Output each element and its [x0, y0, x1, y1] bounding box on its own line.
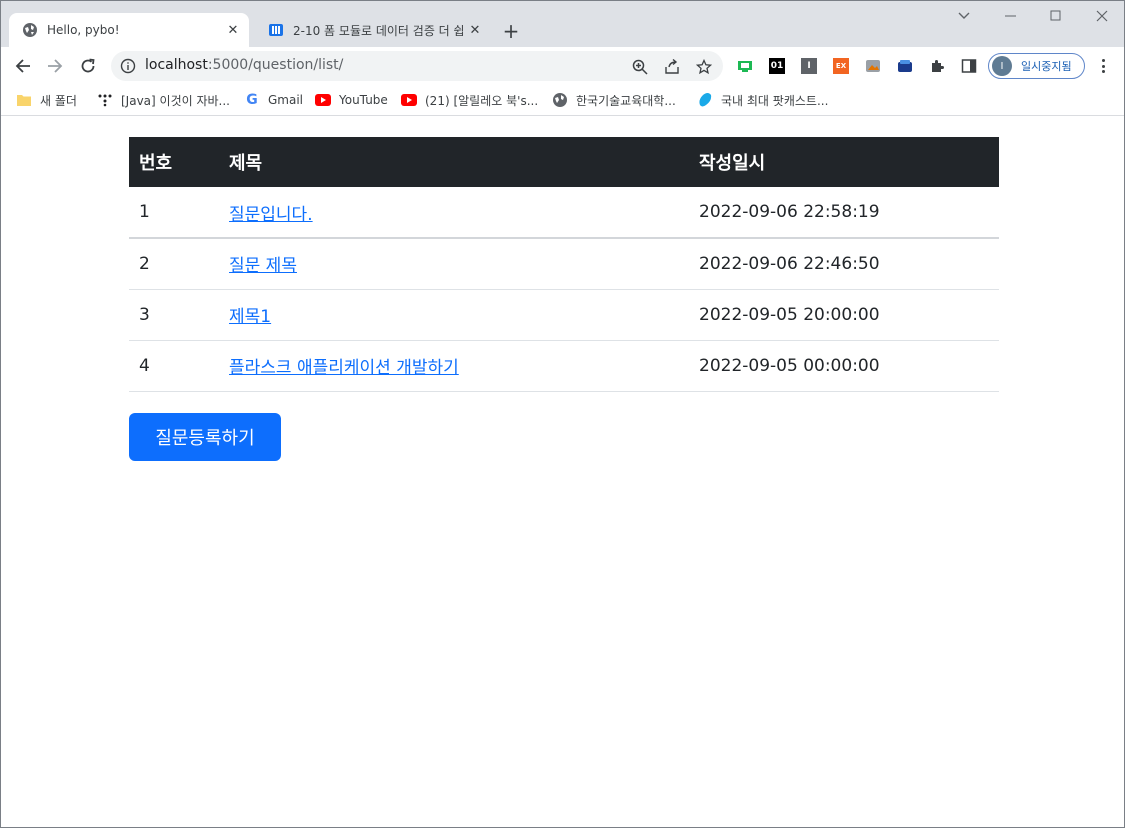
page-content: 번호 제목 작성일시 1 질문입니다. 2022-09-06 22:58:19 … — [1, 117, 1124, 827]
bookmark-java[interactable]: [Java] 이것이 자바... — [97, 89, 230, 111]
row-subject-cell: 제목1 — [219, 289, 689, 341]
new-tab-plus-icon[interactable]: + — [500, 19, 522, 43]
close-icon[interactable]: ✕ — [465, 20, 485, 40]
row-number: 3 — [129, 289, 219, 341]
register-question-button[interactable]: 질문등록하기 — [129, 413, 281, 461]
bookmark-label: 국내 최대 팟캐스트... — [721, 93, 829, 108]
row-date: 2022-09-06 22:58:19 — [689, 187, 999, 239]
header-number: 번호 — [129, 137, 219, 187]
browser-toolbar: localhost:5000/question/list/ 01 I EX I … — [1, 47, 1124, 85]
globe-icon — [552, 92, 568, 108]
ext-01-icon[interactable]: 01 — [769, 58, 785, 74]
row-subject-cell: 질문 제목 — [219, 238, 689, 290]
row-date: 2022-09-05 20:00:00 — [689, 289, 999, 341]
back-arrow-icon[interactable] — [11, 54, 35, 78]
ext-ex-icon[interactable]: EX — [833, 58, 849, 74]
minimize-icon[interactable] — [999, 5, 1023, 27]
table-row: 4 플라스크 애플리케이션 개발하기 2022-09-05 00:00:00 — [129, 340, 999, 392]
row-date: 2022-09-05 00:00:00 — [689, 340, 999, 392]
address-bar[interactable]: localhost:5000/question/list/ — [111, 51, 723, 81]
row-subject-cell: 플라스크 애플리케이션 개발하기 — [219, 340, 689, 392]
window-close-icon[interactable] — [1090, 5, 1114, 27]
row-number: 2 — [129, 238, 219, 290]
forward-arrow-icon[interactable] — [43, 54, 67, 78]
url-path: :5000/question/list/ — [207, 57, 344, 73]
menu-kebab-icon[interactable] — [1095, 57, 1111, 75]
question-link[interactable]: 플라스크 애플리케이션 개발하기 — [229, 358, 459, 378]
zoom-icon[interactable] — [631, 58, 649, 76]
question-link[interactable]: 질문 제목 — [229, 256, 297, 276]
tab-title: 2-10 폼 모듈로 데이터 검증 더 쉽게 하기 — [293, 23, 465, 38]
info-icon[interactable] — [120, 58, 136, 74]
bookmark-label: [Java] 이것이 자바... — [121, 93, 230, 108]
table-row: 3 제목1 2022-09-05 20:00:00 — [129, 289, 999, 341]
book-icon — [268, 22, 284, 38]
wallet-extension-icon[interactable] — [897, 58, 913, 74]
table-row: 2 질문 제목 2022-09-06 22:46:50 — [129, 238, 999, 290]
reload-icon[interactable] — [76, 54, 100, 78]
podbbang-icon — [697, 92, 713, 108]
bookmark-label: 한국기술교육대학... — [576, 93, 676, 108]
google-icon: G — [246, 92, 258, 108]
maximize-icon[interactable] — [1044, 5, 1068, 27]
side-panel-icon[interactable] — [961, 58, 977, 74]
profile-button[interactable]: I 일시중지됨 — [988, 53, 1085, 79]
bookmark-new-folder[interactable]: 새 폴더 — [16, 89, 77, 111]
bookmark-koreatech[interactable]: 한국기술교육대학... — [552, 89, 676, 111]
question-list-table: 번호 제목 작성일시 1 질문입니다. 2022-09-06 22:58:19 … — [129, 137, 999, 392]
browser-window: Hello, pybo! ✕ 2-10 폼 모듈로 데이터 검증 더 쉽게 하기… — [0, 0, 1125, 828]
bookmark-youtube[interactable]: YouTube — [315, 89, 388, 111]
youtube-icon — [315, 92, 331, 108]
table-header-row: 번호 제목 작성일시 — [129, 137, 999, 187]
tab-search-chevron-icon[interactable] — [952, 5, 976, 27]
globe-icon — [22, 22, 38, 38]
bookmark-label: Gmail — [268, 93, 304, 107]
url-text: localhost:5000/question/list/ — [145, 57, 343, 73]
youtube-icon — [401, 92, 417, 108]
bookmark-podcast[interactable]: 국내 최대 팟캐스트... — [697, 89, 828, 111]
bookmark-label: YouTube — [339, 93, 388, 107]
tab-hello-pybo[interactable]: Hello, pybo! ✕ — [9, 13, 249, 47]
tab-title: Hello, pybo! — [47, 23, 120, 37]
bookmark-star-icon[interactable] — [695, 58, 713, 76]
row-number: 4 — [129, 340, 219, 392]
tab-wikidocs[interactable]: 2-10 폼 모듈로 데이터 검증 더 쉽게 하기 ✕ — [255, 13, 491, 47]
row-number: 1 — [129, 187, 219, 239]
puzzle-extensions-icon[interactable] — [929, 58, 945, 74]
tree-icon — [97, 92, 113, 108]
bookmark-label: (21) [알릴레오 북's... — [425, 93, 539, 108]
table-row: 1 질문입니다. 2022-09-06 22:58:19 — [129, 187, 999, 239]
image-extension-icon[interactable] — [865, 58, 881, 74]
screen-extension-icon[interactable] — [737, 58, 753, 74]
question-link[interactable]: 질문입니다. — [229, 205, 313, 225]
ext-i-icon[interactable]: I — [801, 58, 817, 74]
row-subject-cell: 질문입니다. — [219, 187, 689, 239]
question-link[interactable]: 제목1 — [229, 307, 271, 327]
header-created-date: 작성일시 — [689, 137, 999, 187]
folder-icon — [16, 92, 32, 108]
profile-label: 일시중지됨 — [1021, 60, 1072, 73]
share-icon[interactable] — [663, 58, 681, 76]
row-date: 2022-09-06 22:46:50 — [689, 238, 999, 290]
tab-strip: Hello, pybo! ✕ 2-10 폼 모듈로 데이터 검증 더 쉽게 하기… — [1, 1, 1124, 47]
header-subject: 제목 — [219, 137, 689, 187]
url-host: localhost — [145, 57, 208, 73]
bookmarks-bar: 새 폴더 [Java] 이것이 자바... G Gmail YouTube (2… — [1, 85, 1124, 116]
avatar: I — [992, 56, 1012, 76]
bookmark-label: 새 폴더 — [40, 93, 77, 108]
bookmark-alileo[interactable]: (21) [알릴레오 북's... — [401, 89, 538, 111]
bookmark-gmail[interactable]: G Gmail — [244, 89, 303, 111]
close-icon[interactable]: ✕ — [223, 20, 243, 40]
